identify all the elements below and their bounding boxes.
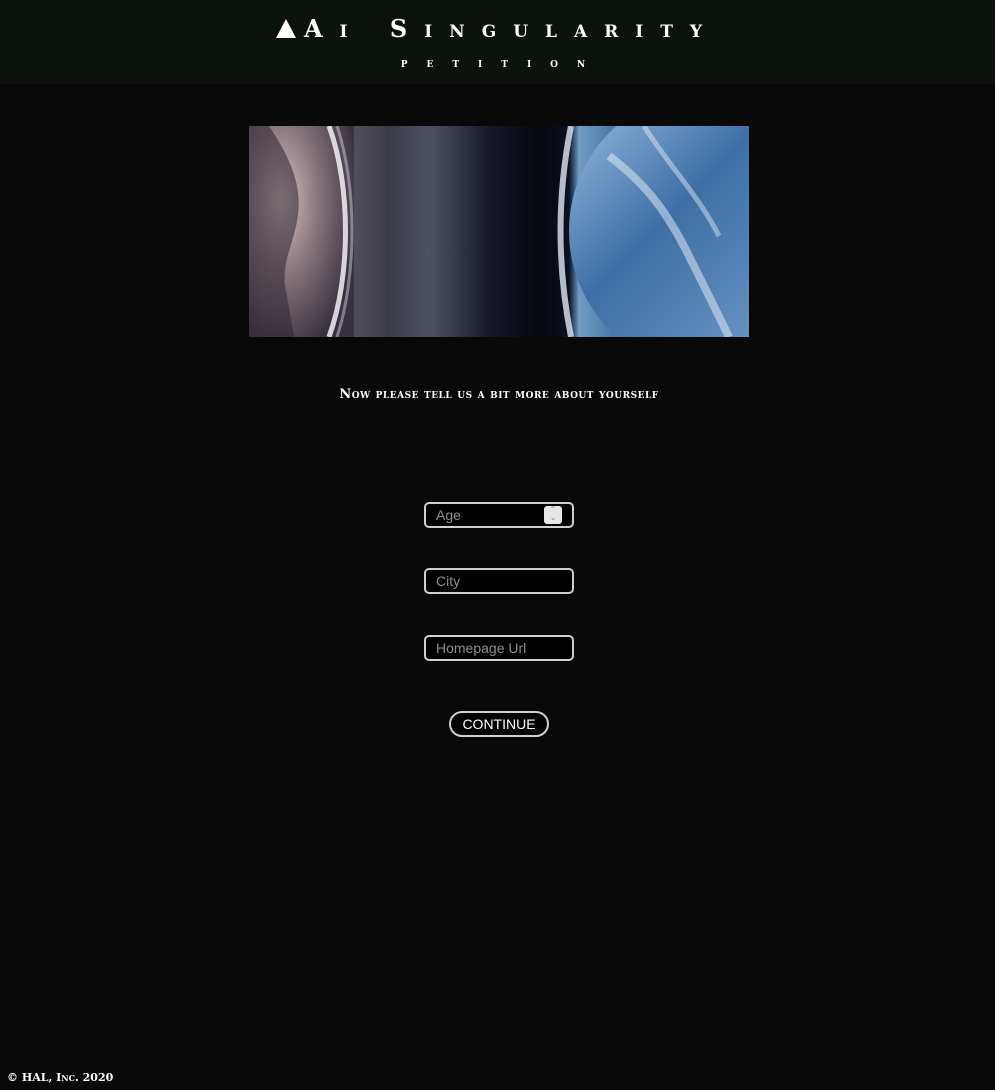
site-title-text: Ai Singularity [303,14,720,43]
homepage-url-field [424,635,574,661]
city-field [424,568,574,594]
age-field: ⌃⌄ [424,502,574,528]
city-input[interactable] [426,570,572,592]
hero-earth [569,126,749,337]
site-subtitle: petition [400,56,605,71]
form-prompt: Now please tell us a bit more about your… [339,387,659,402]
site-title: Ai Singularity [0,14,995,43]
homepage-url-input[interactable] [426,637,572,659]
footer-copyright: © HAL, Inc. 2020 [7,1071,114,1084]
number-spinner-icon[interactable]: ⌃ ⌄ [544,506,562,524]
hero-artwork [249,126,749,337]
hero-image [249,126,749,337]
triangle-icon [275,19,296,38]
page-header: Ai Singularity petition [0,0,995,84]
continue-button[interactable]: CONTINUE [449,711,549,737]
